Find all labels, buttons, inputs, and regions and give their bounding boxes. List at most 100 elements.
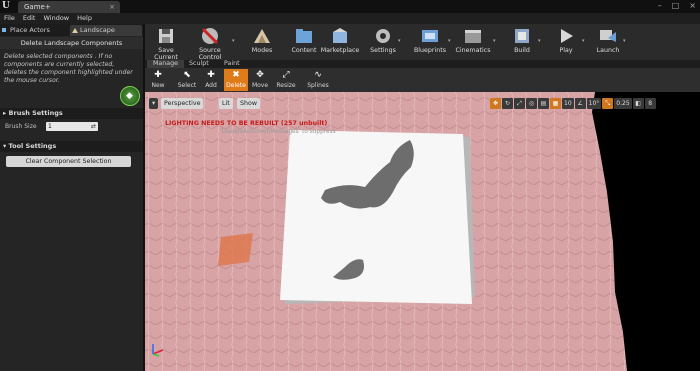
tab-paint[interactable]: Paint: [218, 60, 246, 68]
brush-size-input[interactable]: 1 ⇄: [46, 122, 98, 131]
minimize-button[interactable]: –: [658, 1, 662, 10]
tool-select[interactable]: ⬉ Select: [176, 69, 198, 91]
play-dropdown-icon[interactable]: ▾: [582, 38, 585, 44]
tab-place-actors[interactable]: Place Actors: [0, 25, 66, 36]
menu-help[interactable]: Help: [73, 13, 96, 24]
tool-move[interactable]: ✥ Move: [251, 69, 269, 91]
tool-select-label: Select: [177, 82, 197, 89]
save-current-label: Save Current: [154, 47, 178, 61]
tool-settings-header[interactable]: ▾ Tool Settings: [0, 141, 143, 152]
landscape-gizmo-button[interactable]: ◆: [120, 86, 140, 106]
add-icon: ✚: [207, 70, 215, 80]
tool-add[interactable]: ✚ Add: [202, 69, 220, 91]
marketplace-icon: [333, 28, 347, 43]
gizmo-icon: ◆: [126, 91, 133, 101]
build-button[interactable]: Build: [507, 26, 537, 58]
rotation-snap-icon[interactable]: ∠: [574, 98, 586, 109]
blueprints-dropdown-icon[interactable]: ▾: [448, 38, 451, 44]
source-control-icon: [201, 27, 219, 45]
settings-label: Settings: [370, 47, 396, 54]
slider-handle-icon[interactable]: ⇄: [91, 122, 96, 131]
content-browser-icon: [296, 29, 312, 43]
tool-splines[interactable]: ∿ Splines: [305, 69, 331, 91]
lit-button[interactable]: Lit: [219, 98, 233, 109]
source-control-button[interactable]: Source Control: [187, 26, 233, 61]
marketplace-button[interactable]: Marketplace: [320, 26, 360, 58]
tool-delete-label: Delete: [226, 82, 246, 89]
source-control-dropdown-icon[interactable]: ▾: [232, 38, 235, 44]
mode-tabs: Place Actors Landscape: [0, 24, 143, 36]
cinematics-dropdown-icon[interactable]: ▾: [493, 38, 496, 44]
rotation-snap-value[interactable]: 10°: [586, 98, 602, 109]
show-button[interactable]: Show: [237, 98, 260, 109]
tool-new[interactable]: ✚ New: [148, 69, 168, 91]
place-actors-icon: [2, 28, 6, 32]
tab-sculpt[interactable]: Sculpt: [183, 60, 215, 68]
play-button[interactable]: Play: [551, 26, 581, 58]
tab-landscape[interactable]: Landscape: [70, 25, 142, 36]
splines-icon: ∿: [314, 70, 322, 80]
tool-resize[interactable]: ⤢ Resize: [275, 69, 297, 91]
menu-window[interactable]: Window: [39, 13, 73, 24]
settings-dropdown-icon[interactable]: ▾: [398, 38, 401, 44]
scale-snap-icon[interactable]: ⤡: [602, 98, 614, 109]
tab-manage[interactable]: Manage: [147, 60, 185, 68]
main-toolbar: Save Current Source Control ▾ Modes Cont…: [145, 24, 700, 61]
tool-delete[interactable]: ✖ Delete: [224, 69, 248, 91]
delete-icon: ✖: [232, 70, 240, 80]
world-local-icon[interactable]: ◎: [526, 98, 537, 109]
camera-speed-value[interactable]: 8: [644, 98, 656, 109]
camera-speed-icon[interactable]: ◧: [632, 98, 644, 109]
viewport-snap-bar: ✥ ↻ ⤢ ◎ ▤ ▦ 10 ∠ 10° ⤡ 0.25 ◧ 8: [490, 98, 656, 109]
modes-button[interactable]: Modes: [245, 26, 279, 58]
landscape-mode-tabs: Manage Sculpt Paint: [145, 60, 700, 68]
clear-component-selection-button[interactable]: Clear Component Selection: [6, 156, 131, 167]
scale-snap-value[interactable]: 0.25: [614, 98, 632, 109]
settings-button[interactable]: Settings: [367, 26, 399, 58]
content-button[interactable]: Content: [288, 26, 320, 58]
launch-dropdown-icon[interactable]: ▾: [623, 38, 626, 44]
level-tab[interactable]: Game+ ×: [18, 1, 120, 13]
launch-label: Launch: [596, 47, 620, 54]
show-label: Show: [240, 100, 257, 107]
translate-mode-icon[interactable]: ✥: [490, 98, 501, 109]
dropdown-icon: ▾: [152, 100, 156, 107]
clapperboard-icon: [465, 30, 481, 43]
menu-edit[interactable]: Edit: [19, 13, 40, 24]
component-highlight: [218, 233, 253, 266]
level-viewport[interactable]: ▾ Perspective Lit Show LIGHTING NEEDS TO…: [145, 92, 700, 371]
rotate-mode-icon[interactable]: ↻: [502, 98, 513, 109]
close-window-button[interactable]: ×: [689, 1, 696, 10]
tab-place-actors-label: Place Actors: [10, 26, 50, 34]
launch-button[interactable]: Launch: [593, 26, 623, 58]
expand-arrow-icon: ▸: [3, 109, 7, 117]
cinematics-button[interactable]: Cinematics: [453, 26, 493, 58]
landscape-tools-bar: ✚ New ⬉ Select ✚ Add ✖ Delete ✥ Move ⤢ R…: [145, 68, 700, 92]
grid-snap-icon[interactable]: ▦: [550, 98, 561, 109]
tool-splines-label: Splines: [307, 82, 329, 89]
modes-label: Modes: [251, 47, 273, 54]
tool-resize-label: Resize: [276, 82, 296, 89]
build-dropdown-icon[interactable]: ▾: [538, 38, 541, 44]
gear-icon: [376, 29, 390, 43]
tab-close-icon[interactable]: ×: [109, 1, 115, 13]
maximize-button[interactable]: □: [672, 1, 680, 10]
tool-add-label: Add: [205, 82, 217, 89]
grid-snap-value[interactable]: 10: [562, 98, 574, 109]
brush-size-value: 1: [48, 123, 52, 130]
surface-snap-icon[interactable]: ▤: [538, 98, 549, 109]
perspective-label: Perspective: [164, 100, 201, 107]
perspective-button[interactable]: Perspective: [161, 98, 204, 109]
title-bar: U Game+ × – □ ×: [0, 0, 700, 13]
collapse-arrow-icon: ▾: [3, 142, 7, 150]
tab-landscape-label: Landscape: [80, 26, 115, 34]
lit-label: Lit: [222, 100, 230, 107]
menu-file[interactable]: File: [0, 13, 19, 24]
save-current-button[interactable]: Save Current: [147, 26, 185, 61]
play-icon: [561, 29, 573, 43]
brush-settings-header[interactable]: ▸ Brush Settings: [0, 108, 143, 119]
viewport-options-button[interactable]: ▾: [149, 98, 159, 109]
scale-mode-icon[interactable]: ⤢: [514, 98, 525, 109]
blueprints-button[interactable]: Blueprints: [410, 26, 450, 58]
move-icon: ✥: [256, 70, 264, 80]
